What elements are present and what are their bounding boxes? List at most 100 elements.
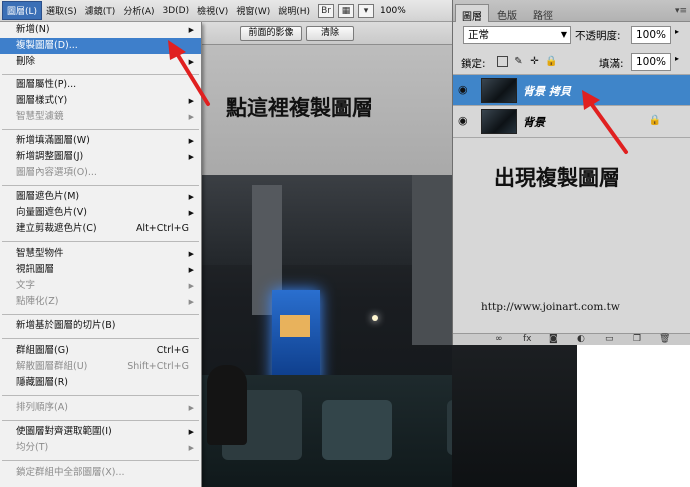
seat-shape	[322, 400, 392, 460]
arrange-icon[interactable]: ▾	[358, 3, 375, 18]
menu-item-smart-object[interactable]: 智慧型物件 ▶	[0, 246, 201, 262]
callout-panel-annotation: 出現複製圖層	[494, 166, 620, 190]
menu-item-create-clipping-mask[interactable]: 建立剪裁遮色片(C) Alt+Ctrl+G	[0, 221, 201, 237]
layer-row-background[interactable]: ◉ 背景 🔒	[453, 106, 690, 138]
layer-thumbnail	[481, 78, 517, 103]
menu-item-layer-content-options: 圖層內容選項(O)...	[16, 167, 97, 178]
opacity-input[interactable]: 100%	[631, 26, 671, 44]
menu-item-new-adjustment-layer[interactable]: 新增調整圖層(J) ▶	[0, 149, 201, 165]
lock-image-pixels-icon[interactable]: ✎	[513, 56, 524, 67]
menu-analysis[interactable]: 分析(A)	[119, 2, 158, 19]
eye-icon[interactable]: ◉	[458, 115, 472, 127]
watermark-url: http://www.joinart.com.tw	[481, 301, 620, 313]
menu-item-new-fill-layer[interactable]: 新增填滿圖層(W) ▶	[0, 133, 201, 149]
menu-item-delete[interactable]: 刪除 ▶	[0, 54, 201, 70]
menu-help[interactable]: 說明(H)	[274, 2, 314, 19]
tab-channels[interactable]: 色版	[491, 4, 523, 22]
layer-dropdown-menu: 新增(N) ▶ 複製圖層(D)... 刪除 ▶ 圖層屬性(P)... 圖層樣式(Y)…	[0, 22, 202, 487]
submenu-arrow-icon: ▶	[188, 58, 194, 66]
menu-layer[interactable]: 圖層(L)	[2, 1, 43, 20]
tab-layers[interactable]: 圖層	[455, 4, 489, 23]
menu-item-group-layers[interactable]: 群組圖層(G) Ctrl+G	[0, 343, 201, 359]
menu-item-lock-all-layers-in-group: 鎖定群組中全部圖層(X)...	[16, 467, 125, 478]
menu-divider	[2, 420, 199, 421]
light-spot	[372, 315, 378, 321]
menu-item-new-layer-based-slice[interactable]: 新增基於圖層的切片(B)	[0, 318, 201, 334]
menu-divider	[2, 74, 199, 75]
menu-3d[interactable]: 3D(D)	[159, 4, 194, 18]
new-layer-icon[interactable]: ❐	[633, 334, 641, 344]
lock-icon: 🔒	[648, 115, 661, 126]
trash-icon[interactable]: 🗑	[659, 334, 670, 344]
front-image-button[interactable]: 前面的影像	[240, 26, 302, 41]
lock-all-icon[interactable]: 🔒	[545, 56, 557, 67]
menu-item-arrange: 排列順序(A) ▶	[0, 400, 201, 416]
menu-divider	[2, 460, 199, 461]
ps-bridge-icon[interactable]: Br	[318, 3, 335, 18]
adjustment-layer-icon[interactable]: ◐	[577, 334, 585, 344]
submenu-arrow-icon: ▶	[188, 97, 194, 105]
submenu-arrow-icon: ▶	[188, 153, 194, 161]
opacity-slider-arrow-icon[interactable]: ▸	[675, 27, 679, 36]
link-layers-icon[interactable]: ∞	[495, 334, 503, 344]
menu-item-layer-mask[interactable]: 圖層遮色片(M) ▶	[0, 189, 201, 205]
submenu-arrow-icon: ▶	[188, 137, 194, 145]
machine-display-shape	[280, 315, 310, 337]
shortcut-label: Ctrl+G	[156, 345, 189, 356]
menu-item-ungroup-layers: 解散圖層群組(U) Shift+Ctrl+G	[0, 359, 201, 375]
panel-menu-icon[interactable]: ▾≡	[675, 6, 687, 16]
menu-view[interactable]: 檢視(V)	[193, 2, 232, 19]
layer-thumbnail	[481, 109, 517, 134]
callout-menu-annotation: 點這裡複製圖層	[226, 96, 373, 120]
clear-button[interactable]: 清除	[306, 26, 354, 41]
group-folder-icon[interactable]: ▭	[605, 334, 614, 344]
app-menubar: 圖層(L) 選取(S) 濾鏡(T) 分析(A) 3D(D) 檢視(V) 視窗(W…	[0, 0, 452, 22]
eye-icon[interactable]: ◉	[458, 84, 472, 96]
mini-bridge-icon[interactable]: ▦	[338, 3, 355, 18]
submenu-arrow-icon: ▶	[188, 209, 194, 217]
opacity-label: 不透明度:	[575, 30, 621, 42]
shortcut-label: Alt+Ctrl+G	[135, 223, 189, 234]
menu-select[interactable]: 選取(S)	[42, 2, 81, 19]
document-photo-extension	[452, 345, 577, 487]
menu-divider	[2, 185, 199, 186]
submenu-arrow-icon: ▶	[188, 26, 194, 34]
fill-label: 填滿:	[599, 58, 624, 70]
lock-label: 鎖定:	[461, 58, 486, 70]
lock-transparent-pixels-icon[interactable]	[497, 56, 508, 67]
fill-input[interactable]: 100%	[631, 53, 671, 71]
layer-name[interactable]: 背景 拷貝	[523, 83, 571, 99]
menu-item-hide-layers[interactable]: 隱藏圖層(R)	[0, 375, 201, 391]
blue-vending-machine-shape	[272, 290, 320, 385]
menu-filter[interactable]: 濾鏡(T)	[81, 2, 120, 19]
tab-paths[interactable]: 路徑	[527, 4, 559, 22]
menu-item-rasterize: 點陣化(Z) ▶	[0, 294, 201, 310]
add-mask-icon[interactable]: ◙	[549, 334, 558, 344]
menu-item-type: 文字 ▶	[0, 278, 201, 294]
zoom-level[interactable]: 100%	[380, 6, 406, 16]
menu-divider	[2, 314, 199, 315]
menu-item-new[interactable]: 新增(N) ▶	[0, 22, 201, 38]
menu-divider	[2, 241, 199, 242]
layer-row-background-copy[interactable]: ◉ 背景 拷貝	[453, 74, 690, 106]
menu-item-layer-properties[interactable]: 圖層屬性(P)...	[0, 77, 201, 93]
layer-name[interactable]: 背景	[523, 114, 545, 130]
menu-item-align-to-selection[interactable]: 使圖層對齊選取範圍(I) ▶	[0, 424, 201, 440]
menu-item-duplicate-layer[interactable]: 複製圖層(D)...	[0, 38, 201, 54]
menu-window[interactable]: 視窗(W)	[232, 2, 274, 19]
chevron-down-icon: ▼	[560, 30, 567, 39]
lock-position-icon[interactable]: ✛	[529, 56, 540, 67]
menu-divider	[2, 129, 199, 130]
fx-icon[interactable]: fx	[523, 334, 532, 344]
person-silhouette	[207, 365, 247, 445]
menu-item-smart-filter: 智慧型濾鏡 ▶	[0, 109, 201, 125]
menu-divider	[2, 338, 199, 339]
fill-slider-arrow-icon[interactable]: ▸	[675, 54, 679, 63]
submenu-arrow-icon: ▶	[188, 282, 194, 290]
menu-item-vector-mask[interactable]: 向量圖遮色片(V) ▶	[0, 205, 201, 221]
submenu-arrow-icon: ▶	[188, 250, 194, 258]
blend-mode-select[interactable]: 正常 ▼	[463, 26, 571, 44]
menu-item-layer-style[interactable]: 圖層樣式(Y) ▶	[0, 93, 201, 109]
menu-item-distribute: 均分(T) ▶	[0, 440, 201, 456]
menu-item-video-layer[interactable]: 視訊圖層 ▶	[0, 262, 201, 278]
